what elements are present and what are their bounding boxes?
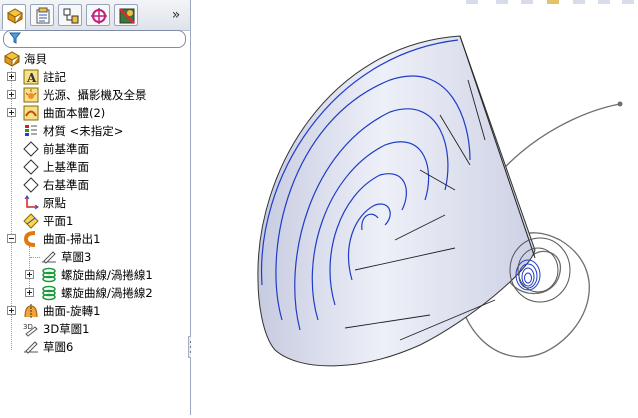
helix-icon — [42, 285, 56, 301]
tree-root-label: 海貝 — [24, 52, 47, 66]
tree-item-helix2[interactable]: 螺旋曲線/渦捲線2 — [0, 284, 190, 302]
plane-icon — [23, 177, 39, 193]
expand-icon[interactable] — [25, 288, 34, 297]
property-manager-icon — [36, 7, 50, 24]
expand-icon[interactable] — [25, 270, 34, 279]
tree-item-helix1[interactable]: 螺旋曲線/渦捲線1 — [0, 266, 190, 284]
tree-item-right-plane[interactable]: 右基準面 — [0, 176, 190, 194]
feature-manager-icon — [6, 8, 24, 24]
graphics-viewport[interactable] — [191, 0, 638, 415]
expand-icon[interactable] — [7, 72, 16, 81]
display-manager-tab[interactable] — [114, 4, 138, 26]
plane-icon — [23, 159, 39, 175]
tree-item-surface-bodies[interactable]: 曲面本體(2) — [0, 104, 190, 122]
configuration-manager-icon — [63, 8, 79, 24]
configuration-manager-tab[interactable] — [58, 4, 82, 26]
display-manager-icon — [118, 7, 136, 25]
cone-spiral-model — [257, 0, 634, 367]
annotation-icon: A — [23, 69, 39, 85]
tree-item-annotations[interactable]: A 註記 — [0, 68, 190, 86]
tree-item-sketch3[interactable]: 草圖3 — [0, 248, 190, 266]
surface-revolve-icon — [24, 304, 38, 318]
expand-icon[interactable] — [7, 306, 16, 315]
tree-root[interactable]: 海貝 — [0, 50, 190, 68]
tree-item-origin[interactable]: 原點 — [0, 194, 190, 212]
svg-text:A: A — [26, 71, 37, 85]
feature-manager-tab[interactable] — [2, 4, 26, 30]
viewport-toolbar-fragment — [466, 0, 634, 4]
tree-item-material[interactable]: 材質 <未指定> — [0, 122, 190, 140]
tree-item-front-plane[interactable]: 前基準面 — [0, 140, 190, 158]
surface-sweep-icon — [23, 231, 36, 247]
tree-item-top-plane[interactable]: 上基準面 — [0, 158, 190, 176]
filter-field[interactable] — [3, 30, 186, 48]
panel-tab-bar: » — [0, 0, 190, 31]
tree-item-surface-sweep1[interactable]: 曲面-掃出1 — [0, 230, 190, 248]
expand-icon[interactable] — [7, 108, 16, 117]
tree-item-sketch6[interactable]: 草圖6 — [0, 338, 190, 356]
origin-icon — [24, 195, 39, 210]
3d-sketch-icon: 3D — [23, 323, 38, 337]
expand-icon[interactable] — [7, 90, 16, 99]
sketch-icon — [24, 341, 38, 354]
surface-bodies-icon — [23, 105, 39, 121]
plane-icon — [23, 141, 39, 157]
property-manager-tab[interactable] — [30, 4, 54, 26]
lights-cameras-icon — [23, 87, 39, 103]
tree-item-surface-revolve1[interactable]: 曲面-旋轉1 — [0, 302, 190, 320]
plane-feature-icon — [23, 213, 39, 229]
helix-icon — [42, 267, 56, 283]
feature-manager-panel: » 海貝 A 註記 光源、攝影機及全景 曲面本體(2) 材質 <未指定> 前基準… — [0, 0, 194, 415]
collapse-icon[interactable] — [7, 234, 16, 243]
tree-item-3d-sketch1[interactable]: 3D 3D草圖1 — [0, 320, 190, 338]
chevron-right-icon[interactable]: » — [168, 7, 184, 23]
part-icon — [4, 51, 20, 67]
tree-item-lights[interactable]: 光源、攝影機及全景 — [0, 86, 190, 104]
sketch-icon — [42, 251, 56, 264]
dimxpert-icon — [91, 8, 107, 24]
material-icon — [25, 125, 37, 136]
dimxpert-tab[interactable] — [86, 4, 110, 26]
tree-item-plane1[interactable]: 平面1 — [0, 212, 190, 230]
filter-icon — [9, 32, 21, 44]
